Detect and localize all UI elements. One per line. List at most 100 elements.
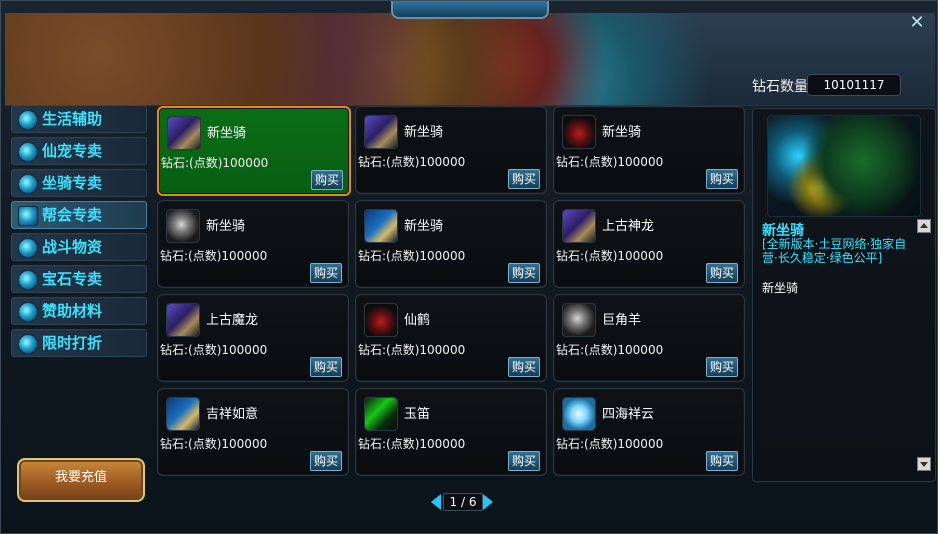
mount-preview-image	[767, 115, 921, 217]
menu-item-discount[interactable]: 限时打折	[11, 329, 147, 357]
menu-item-gem[interactable]: 宝石专卖	[11, 265, 147, 293]
page-indicator: 1 / 6	[443, 493, 483, 511]
detail-name: 新坐骑	[762, 281, 799, 295]
megaphone-icon	[18, 334, 38, 354]
paw-icon	[18, 142, 38, 162]
item-card[interactable]: 新坐骑 钻石:(点数)100000 购买	[157, 200, 349, 288]
battle-icon	[18, 238, 38, 258]
dragon-icon	[167, 116, 201, 150]
item-name: 玉笛	[404, 407, 431, 422]
item-card[interactable]: 新坐骑 钻石:(点数)100000 购买	[157, 106, 351, 196]
guild-icon	[18, 206, 38, 226]
buy-button[interactable]: 购买	[508, 451, 540, 471]
buy-button[interactable]: 购买	[310, 451, 342, 471]
menu-item-battle[interactable]: 战斗物资	[11, 233, 147, 261]
buy-button[interactable]: 购买	[706, 451, 738, 471]
menu-item-label: 宝石专卖	[42, 270, 103, 288]
item-card[interactable]: 新坐骑 钻石:(点数)100000 购买	[553, 106, 745, 194]
menu-item-mount[interactable]: 坐骑专卖	[11, 169, 147, 197]
buy-button[interactable]: 购买	[311, 170, 343, 190]
menu-item-label: 生活辅助	[42, 110, 103, 128]
dragon-icon	[364, 115, 398, 149]
item-price: 钻石:(点数)100000	[161, 156, 269, 170]
buy-button[interactable]: 购买	[706, 263, 738, 283]
snake-icon	[166, 209, 200, 243]
item-card[interactable]: 玉笛 钻石:(点数)100000 购买	[355, 388, 547, 476]
item-detail-panel: 新坐骑 [全新版本·土豆网络·独家自营·长久稳定·绿色公平] 新坐骑	[752, 108, 936, 482]
recharge-button[interactable]: 我要充值	[17, 458, 145, 502]
menu-item-label: 战斗物资	[42, 238, 103, 256]
menu-item-label: 仙宠专卖	[42, 142, 103, 160]
item-price: 钻石:(点数)100000	[358, 249, 466, 263]
item-name: 新坐骑	[207, 126, 247, 141]
menu-item-sponsor[interactable]: 赞助材料	[11, 297, 147, 325]
item-name: 新坐骑	[404, 219, 444, 234]
buy-button[interactable]: 购买	[310, 357, 342, 377]
crane-icon	[364, 303, 398, 337]
item-price: 钻石:(点数)100000	[556, 437, 664, 451]
menu-item-label: 限时打折	[42, 334, 103, 352]
item-name: 新坐骑	[602, 125, 642, 140]
diamond-count-label: 钻石数量	[752, 79, 808, 95]
blue-mount-icon	[364, 209, 398, 243]
item-grid: 新坐骑 钻石:(点数)100000 购买 新坐骑 钻石:(点数)100000 购…	[157, 106, 749, 484]
detail-description: [全新版本·土豆网络·独家自营·长久稳定·绿色公平]	[762, 237, 907, 265]
buy-button[interactable]: 购买	[706, 357, 738, 377]
item-price: 钻石:(点数)100000	[358, 155, 466, 169]
item-price: 钻石:(点数)100000	[160, 249, 268, 263]
item-price: 钻石:(点数)100000	[358, 437, 466, 451]
item-card[interactable]: 上古魔龙 钻石:(点数)100000 购买	[157, 294, 349, 382]
item-name: 吉祥如意	[206, 407, 259, 422]
dragon-icon	[166, 303, 200, 337]
shop-window: ✕ 钻石数量 10101117 生活辅助 仙宠专卖 坐骑专卖 帮会专卖 战斗物资…	[0, 0, 938, 534]
item-name: 上古神龙	[602, 219, 655, 234]
next-page-icon[interactable]	[483, 494, 493, 510]
cloud-icon	[562, 397, 596, 431]
item-card[interactable]: 四海祥云 钻石:(点数)100000 购买	[553, 388, 745, 476]
item-card[interactable]: 新坐骑 钻石:(点数)100000 购买	[355, 200, 547, 288]
menu-item-label: 帮会专卖	[42, 206, 103, 224]
buy-button[interactable]: 购买	[706, 169, 738, 189]
menu-item-guild[interactable]: 帮会专卖	[11, 201, 147, 229]
item-name: 四海祥云	[602, 407, 655, 422]
red-creature-icon	[562, 115, 596, 149]
sponsor-icon	[18, 302, 38, 322]
ram-icon	[562, 303, 596, 337]
menu-item-pet[interactable]: 仙宠专卖	[11, 137, 147, 165]
title-plate	[391, 1, 549, 19]
item-name: 新坐骑	[404, 125, 444, 140]
dragon-icon	[562, 209, 596, 243]
item-price: 钻石:(点数)100000	[358, 343, 466, 357]
mount-icon	[18, 174, 38, 194]
scroll-down-button[interactable]	[917, 457, 931, 471]
item-name: 仙鹤	[404, 313, 431, 328]
item-card[interactable]: 仙鹤 钻石:(点数)100000 购买	[355, 294, 547, 382]
buy-button[interactable]: 购买	[310, 263, 342, 283]
buy-button[interactable]: 购买	[508, 263, 540, 283]
ruyi-icon	[166, 397, 200, 431]
category-menu: 生活辅助 仙宠专卖 坐骑专卖 帮会专卖 战斗物资 宝石专卖 赞助材料 限时打折	[11, 105, 147, 361]
buy-button[interactable]: 购买	[508, 357, 540, 377]
item-name: 巨角羊	[602, 313, 642, 328]
item-price: 钻石:(点数)100000	[556, 155, 664, 169]
item-name: 新坐骑	[206, 219, 246, 234]
close-icon[interactable]: ✕	[909, 14, 925, 32]
menu-item-label: 赞助材料	[42, 302, 103, 320]
item-price: 钻石:(点数)100000	[556, 249, 664, 263]
item-card[interactable]: 新坐骑 钻石:(点数)100000 购买	[355, 106, 547, 194]
gem-icon	[18, 270, 38, 290]
menu-item-label: 坐骑专卖	[42, 174, 103, 192]
item-card[interactable]: 上古神龙 钻石:(点数)100000 购买	[553, 200, 745, 288]
buy-button[interactable]: 购买	[508, 169, 540, 189]
menu-item-life[interactable]: 生活辅助	[11, 105, 147, 133]
prev-page-icon[interactable]	[431, 494, 441, 510]
diamond-count-value: 10101117	[807, 74, 901, 96]
item-price: 钻石:(点数)100000	[556, 343, 664, 357]
item-card[interactable]: 巨角羊 钻石:(点数)100000 购买	[553, 294, 745, 382]
item-price: 钻石:(点数)100000	[160, 343, 268, 357]
item-card[interactable]: 吉祥如意 钻石:(点数)100000 购买	[157, 388, 349, 476]
item-price: 钻石:(点数)100000	[160, 437, 268, 451]
scroll-up-button[interactable]	[917, 219, 931, 233]
life-icon	[18, 110, 38, 130]
flute-icon	[364, 397, 398, 431]
